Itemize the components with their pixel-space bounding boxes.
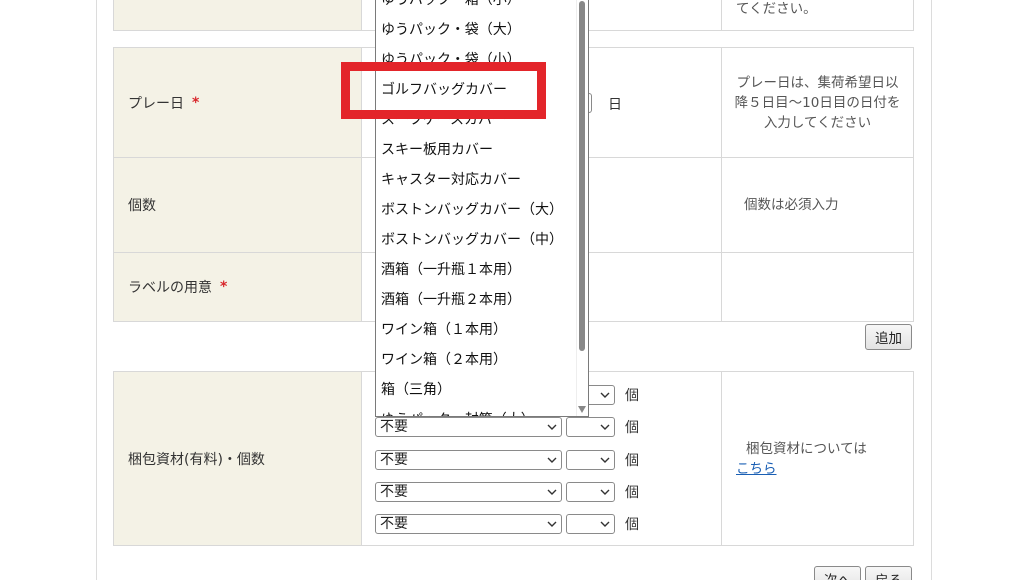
chevron-down-icon bbox=[600, 489, 610, 495]
packaging-material-select-5[interactable]: 不要 bbox=[375, 514, 562, 534]
count-note-text: 個数は必須入力 bbox=[744, 197, 839, 213]
label-prep-label-text: ラベルの用意 bbox=[128, 280, 212, 296]
play-day-note-text: プレー日は、集荷希望日以降５日目〜10日目の日付を入力してください bbox=[734, 74, 901, 131]
top-note-text: てください。 bbox=[736, 1, 817, 17]
chevron-down-icon bbox=[600, 392, 610, 398]
packaging-info-link[interactable]: こちら bbox=[736, 459, 777, 479]
packaging-material-select-3[interactable]: 不要 bbox=[375, 450, 562, 470]
dropdown-option[interactable]: ゆうパック・箱（小） bbox=[376, 0, 576, 15]
dropdown-scrollbar[interactable] bbox=[576, 0, 588, 416]
dropdown-option-golf-bag-cover[interactable]: ゴルフバッグカバー bbox=[376, 75, 576, 105]
day-unit: 日 bbox=[608, 97, 622, 113]
qty-unit: 個 bbox=[625, 517, 639, 533]
dropdown-option[interactable]: ボストンバッグカバー（中） bbox=[376, 225, 576, 255]
count-label: 個数 bbox=[114, 158, 362, 252]
back-button[interactable]: 戻る bbox=[865, 566, 912, 580]
scroll-down-arrow-icon[interactable] bbox=[578, 406, 586, 413]
add-button[interactable]: 追加 bbox=[865, 324, 912, 350]
packaging-qty-select-5[interactable] bbox=[566, 514, 615, 534]
chevron-down-icon bbox=[547, 457, 557, 463]
chevron-down-icon bbox=[547, 521, 557, 527]
label-prep-label: ラベルの用意 * bbox=[114, 253, 362, 321]
row-note: てください。 bbox=[722, 0, 913, 30]
chevron-down-icon bbox=[600, 457, 610, 463]
packaging-qty-select-4[interactable] bbox=[566, 482, 615, 502]
packaging-note-text: 梱包資材については bbox=[746, 440, 867, 457]
dropdown-option[interactable]: スキー板用カバー bbox=[376, 135, 576, 165]
packaging-qty-select-2[interactable] bbox=[566, 417, 615, 437]
dropdown-option[interactable]: キャスター対応カバー bbox=[376, 165, 576, 195]
count-label-text: 個数 bbox=[128, 198, 156, 214]
dropdown-option[interactable]: ゆうパック・袋（小） bbox=[376, 45, 576, 75]
packaging-label-text: 梱包資材(有料)・個数 bbox=[128, 451, 265, 468]
chevron-down-icon bbox=[600, 521, 610, 527]
dropdown-option[interactable]: ゆうパック・袋（大） bbox=[376, 15, 576, 45]
play-day-label-text: プレー日 bbox=[128, 95, 184, 112]
chevron-down-icon bbox=[547, 489, 557, 495]
qty-unit: 個 bbox=[625, 453, 639, 469]
dropdown-option[interactable]: ボストンバッグカバー（大） bbox=[376, 195, 576, 225]
dropdown-option[interactable]: 酒箱（一升瓶２本用） bbox=[376, 285, 576, 315]
play-day-label: プレー日 * bbox=[114, 48, 362, 157]
count-note: 個数は必須入力 bbox=[722, 158, 913, 252]
row-label bbox=[114, 0, 362, 30]
next-button[interactable]: 次へ bbox=[814, 566, 861, 580]
packaging-note: 梱包資材については こちら bbox=[722, 372, 913, 545]
packaging-material-dropdown-list[interactable]: ゆうパック・箱（小） ゆうパック・袋（大） ゆうパック・袋（小） ゴルフバッグカ… bbox=[375, 0, 589, 417]
scrollbar-thumb[interactable] bbox=[579, 1, 585, 351]
packaging-qty-select-3[interactable] bbox=[566, 450, 615, 470]
dropdown-option[interactable]: ワイン箱（１本用） bbox=[376, 315, 576, 345]
select-value: 不要 bbox=[380, 484, 408, 500]
dropdown-option[interactable]: ゆうパック・封筒（大） bbox=[376, 405, 576, 416]
chevron-down-icon bbox=[547, 424, 557, 430]
select-value: 不要 bbox=[380, 419, 408, 435]
select-value: 不要 bbox=[380, 516, 408, 532]
packaging-material-select-2[interactable]: 不要 bbox=[375, 417, 562, 437]
required-mark: * bbox=[192, 94, 200, 111]
select-value: 不要 bbox=[380, 452, 408, 468]
dropdown-option[interactable]: スーツケースカバー bbox=[376, 105, 576, 135]
play-day-note: プレー日は、集荷希望日以降５日目〜10日目の日付を入力してください bbox=[722, 48, 913, 157]
dropdown-option[interactable]: ワイン箱（２本用） bbox=[376, 345, 576, 375]
chevron-down-icon bbox=[600, 424, 610, 430]
packaging-label: 梱包資材(有料)・個数 bbox=[114, 372, 362, 545]
qty-unit: 個 bbox=[625, 420, 639, 436]
dropdown-option[interactable]: 箱（三角） bbox=[376, 375, 576, 405]
qty-unit: 個 bbox=[625, 388, 639, 404]
required-mark: * bbox=[220, 279, 228, 295]
packaging-material-select-4[interactable]: 不要 bbox=[375, 482, 562, 502]
qty-unit: 個 bbox=[625, 485, 639, 501]
dropdown-option[interactable]: 酒箱（一升瓶１本用） bbox=[376, 255, 576, 285]
label-prep-note bbox=[722, 253, 913, 321]
